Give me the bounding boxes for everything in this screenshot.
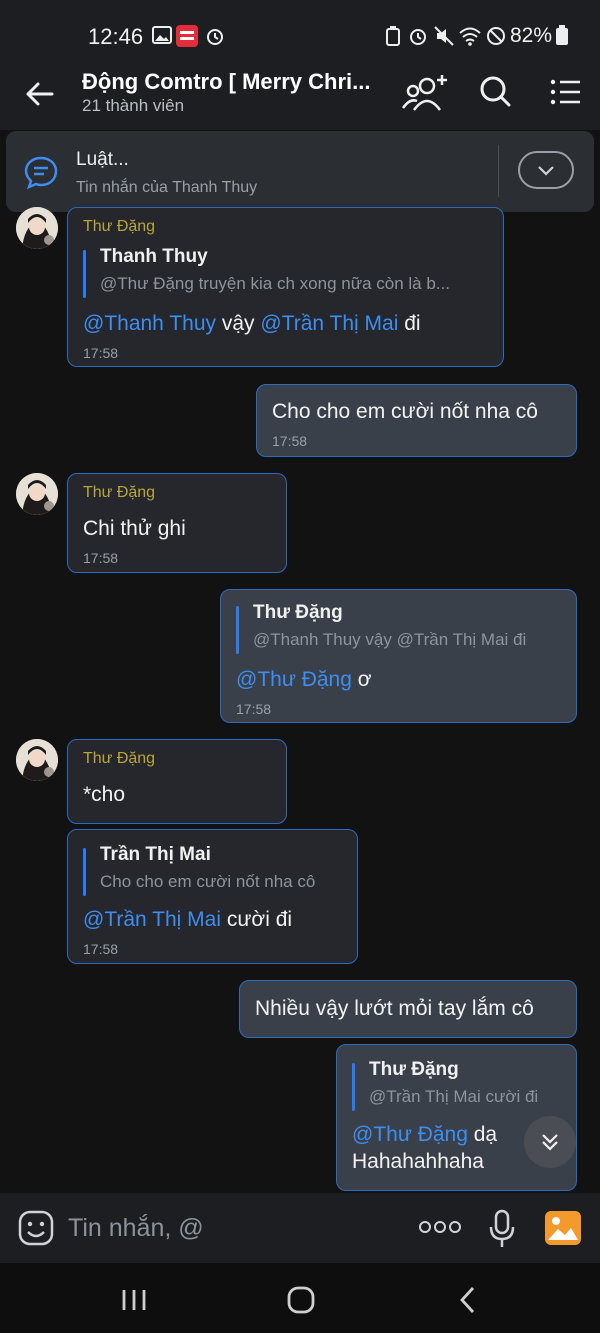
message-text: Nhiều vậy lướt mỏi tay lắm cô [255,997,534,1020]
message-time: 17:58 [236,701,272,717]
chat-bubble-icon [24,155,58,194]
battery-level: 82% [510,24,553,47]
alarm-icon [205,26,225,51]
message-text-part: cười đi [221,908,293,931]
quote-text: @Trần Thị Mai cười đi [369,1087,539,1106]
mention-link[interactable]: @Thư Đặng [236,668,352,691]
message-text: Chi thử ghi [83,517,186,540]
double-chevron-down-icon [538,1130,562,1159]
system-navigation-bar [0,1263,600,1333]
message-text: @Thư Đặng dạ [352,1123,497,1147]
add-member-button[interactable] [400,72,448,116]
more-options-button[interactable] [418,1219,462,1240]
message-input[interactable]: Tin nhắn, @ [68,1214,204,1243]
message-text: Cho cho em cười nốt nha cô [272,400,538,423]
mention-link[interactable]: @Trần Thị Mai [83,908,221,931]
status-time: 12:46 [88,24,144,49]
quoted-message[interactable]: Thư Đặng @Trần Thị Mai cười đi [352,1059,567,1113]
image-picker-button[interactable] [544,1210,582,1251]
message-bubble[interactable]: Thư Đặng *cho [67,739,287,824]
message-time: 17:58 [272,433,308,449]
quote-bar [83,848,86,896]
sender-name[interactable]: Thư Đặng [83,484,155,502]
mention-link[interactable]: @Thanh Thuy [83,312,216,335]
quote-text: @Thư Đặng truyện kia ch xong nữa còn là … [100,274,450,293]
emoji-button[interactable] [18,1210,54,1251]
quote-bar [83,250,86,298]
sender-name[interactable]: Thư Đặng [83,750,155,768]
avatar[interactable] [16,207,58,249]
message-text-line2: Hahahahhaha [352,1150,484,1173]
quoted-message[interactable]: Thanh Thuy @Thư Đặng truyện kia ch xong … [83,246,483,300]
wifi-icon [458,26,482,51]
message-text-part: dạ [467,1123,498,1146]
message-text: @Thư Đặng ơ [236,668,372,692]
pinned-expand-button[interactable] [518,151,574,189]
pinned-message[interactable]: Luật... Tin nhắn của Thanh Thuy [6,131,594,212]
battery-saver-icon [385,26,401,51]
quote-bar [352,1063,355,1111]
message-time: 17:58 [83,550,119,566]
battery-icon [556,25,568,50]
search-button[interactable] [476,72,524,116]
message-bubble[interactable]: Cho cho em cười nốt nha cô 17:58 [256,384,577,457]
chevron-down-icon [536,160,556,185]
avatar[interactable] [16,739,58,781]
chat-title[interactable]: Động Comtro [ Merry Chri... [82,69,382,95]
message-text: @Trần Thị Mai cười đi [83,908,292,932]
quote-text: @Thanh Thuy vậy @Trần Thị Mai đi [253,630,527,649]
microphone-button[interactable] [488,1209,516,1254]
message-bubble[interactable]: Thư Đặng Chi thử ghi 17:58 [67,473,287,573]
message-text: @Thanh Thuy vậy @Trần Thị Mai đi [83,312,421,336]
recent-apps-button[interactable] [120,1288,150,1317]
do-not-disturb-icon [486,26,506,51]
quote-author: Thanh Thuy [100,246,208,267]
quote-author: Thư Đặng [369,1059,459,1080]
quote-author: Thư Đặng [253,602,343,623]
app-notification-icon [176,25,198,52]
pinned-divider [498,145,499,197]
avatar[interactable] [16,473,58,515]
member-count[interactable]: 21 thành viên [82,96,184,116]
message-bubble[interactable]: Trần Thị Mai Cho cho em cười nốt nha cô … [67,829,358,964]
quoted-message[interactable]: Thư Đặng @Thanh Thuy vậy @Trần Thị Mai đ… [236,602,566,656]
message-bubble[interactable]: Thư Đặng Thanh Thuy @Thư Đặng truyện kia… [67,207,504,367]
message-text-part: đi [398,312,421,335]
message-time: 17:58 [83,941,119,957]
message-input-bar: Tin nhắn, @ [0,1193,600,1263]
message-text-part: vậy [216,312,261,335]
status-bar: 12:46 82% [0,0,600,58]
message-time: 17:58 [83,345,119,361]
system-back-button[interactable] [456,1285,480,1320]
pinned-title: Luật... [76,149,129,170]
alarm-icon-2 [408,26,428,51]
message-bubble[interactable]: Nhiều vậy lướt mỏi tay lắm cô [239,980,577,1038]
mention-link[interactable]: @Thư Đặng [352,1123,468,1146]
message-text-part: ơ [351,668,372,691]
menu-button[interactable] [546,72,594,116]
message-bubble[interactable]: Thư Đặng @Thanh Thuy vậy @Trần Thị Mai đ… [220,589,577,723]
quoted-message[interactable]: Trần Thị Mai Cho cho em cười nốt nha cô [83,844,348,898]
quote-author: Trần Thị Mai [100,844,211,865]
pinned-subtitle: Tin nhắn của Thanh Thuy [76,179,258,196]
home-button[interactable] [286,1285,316,1320]
message-text: *cho [83,783,126,806]
mention-link[interactable]: @Trần Thị Mai [260,312,398,335]
mute-icon [434,26,454,51]
gallery-notification-icon [152,26,172,49]
sender-name[interactable]: Thư Đặng [83,218,155,236]
quote-bar [236,606,239,654]
back-button[interactable] [18,74,66,118]
chat-header: Động Comtro [ Merry Chri... 21 thành viê… [0,58,600,130]
quote-text: Cho cho em cười nốt nha cô [100,872,316,891]
scroll-to-bottom-button[interactable] [524,1116,576,1168]
